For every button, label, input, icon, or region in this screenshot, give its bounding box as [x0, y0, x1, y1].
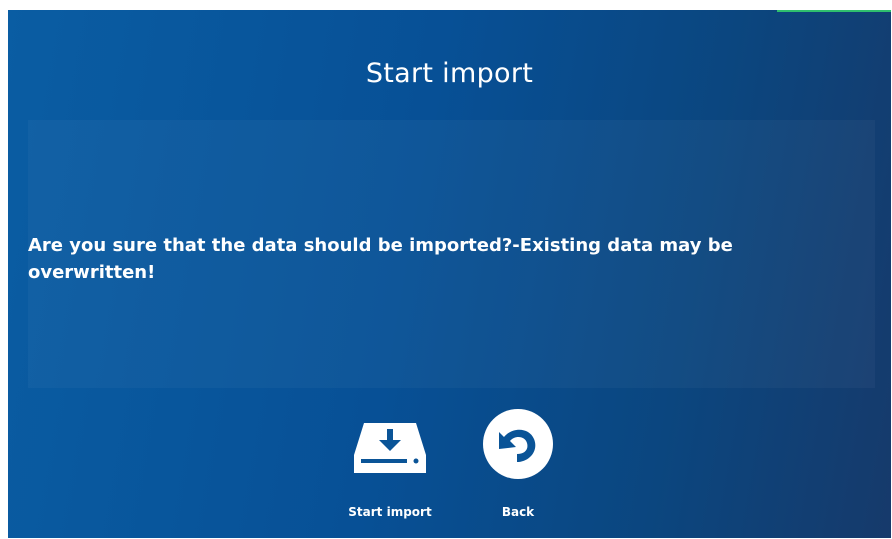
back-button[interactable]: Back [463, 405, 573, 519]
import-dialog-screen: Start import Are you sure that the data … [8, 10, 891, 538]
start-import-label[interactable]: Start import [335, 505, 445, 519]
start-import-icon-wrap[interactable] [335, 405, 445, 483]
top-accent-bar [777, 10, 891, 12]
download-drive-icon[interactable] [350, 411, 430, 477]
confirmation-message: Are you sure that the data should be imp… [28, 235, 733, 283]
start-import-button[interactable]: Start import [335, 405, 445, 519]
back-icon-wrap[interactable] [463, 405, 573, 483]
back-arrow-icon[interactable] [481, 407, 555, 481]
back-label[interactable]: Back [463, 505, 573, 519]
page-title: Start import [365, 58, 534, 89]
